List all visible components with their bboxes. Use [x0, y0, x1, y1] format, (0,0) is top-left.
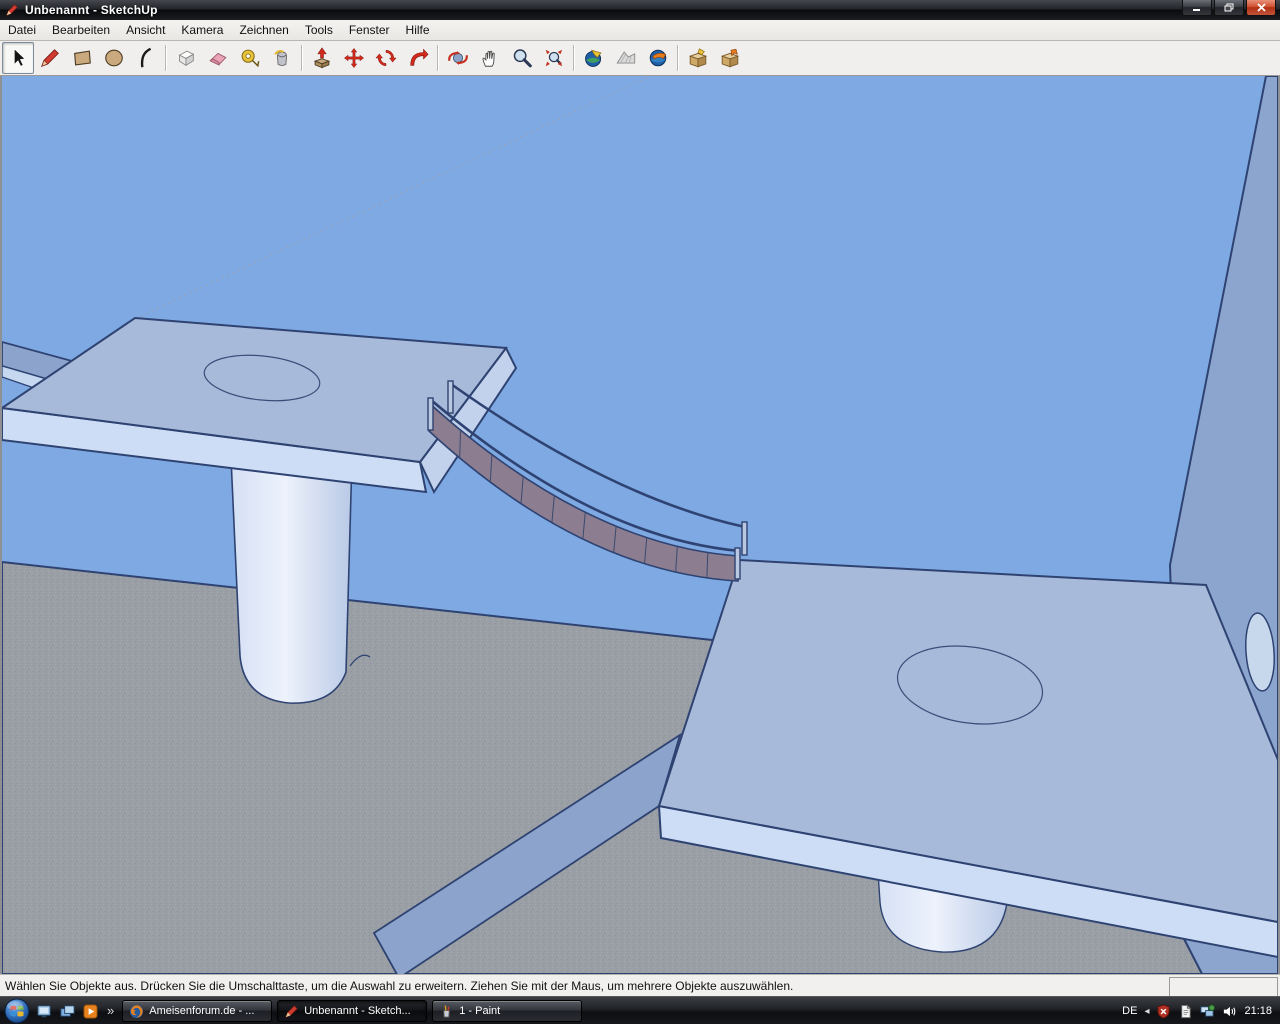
minimize-icon: [1192, 3, 1202, 12]
taskbar-button-label: Unbenannt - Sketch...: [304, 1005, 410, 1017]
status-message: Wählen Sie Objekte aus. Drücken Sie die …: [0, 979, 793, 993]
paint-icon: [439, 1004, 454, 1019]
share-model-box-button[interactable]: [714, 42, 746, 74]
toggle-terrain-button[interactable]: [610, 42, 642, 74]
taskbar-button-label: 1 - Paint: [459, 1005, 500, 1017]
menu-datei[interactable]: Datei: [1, 21, 43, 39]
orbit-icon: [447, 47, 469, 69]
move-icon: [343, 47, 365, 69]
paint-bucket-tool-button[interactable]: [266, 42, 298, 74]
restore-icon: [1224, 3, 1235, 12]
volume-icon[interactable]: [1222, 1004, 1237, 1019]
quick-launch-overflow-chevron[interactable]: »: [107, 1003, 114, 1018]
window-title: Unbenannt - SketchUp: [25, 3, 158, 17]
sketchup-task-icon: [284, 1004, 299, 1019]
measurements-box[interactable]: [1169, 977, 1278, 998]
rotate-tool-button[interactable]: [370, 42, 402, 74]
warehouse-get-models-icon: [687, 47, 709, 69]
pan-tool-button[interactable]: [474, 42, 506, 74]
warehouse-share-model-icon: [719, 47, 741, 69]
menu-bar: Datei Bearbeiten Ansicht Kamera Zeichnen…: [0, 20, 1280, 41]
zoom-icon: [511, 47, 533, 69]
zoom-extents-icon: [543, 47, 565, 69]
restore-button[interactable]: [1214, 0, 1244, 16]
desktop: Unbenannt - SketchUp Datei Bearbeiten An…: [0, 0, 1280, 1024]
menu-fenster[interactable]: Fenster: [342, 21, 397, 39]
zoom-tool-button[interactable]: [506, 42, 538, 74]
system-tray: DE ◂ 21:18: [1122, 1004, 1280, 1019]
zoom-extents-tool-button[interactable]: [538, 42, 570, 74]
globe-yellow-arrow-icon: [583, 47, 605, 69]
taskbar-clock[interactable]: 21:18: [1244, 1005, 1272, 1017]
show-desktop-icon[interactable]: [36, 1003, 53, 1020]
menu-hilfe[interactable]: Hilfe: [399, 21, 437, 39]
close-button[interactable]: [1246, 0, 1276, 16]
terrain-sheet-icon: [615, 47, 637, 69]
switch-windows-icon[interactable]: [59, 1003, 76, 1020]
tray-collapse-chevron[interactable]: ◂: [1144, 1006, 1149, 1017]
toolbar-separator: [573, 45, 575, 71]
taskbar-button-sketchup[interactable]: Unbenannt - Sketch...: [277, 1000, 427, 1022]
security-shield-icon[interactable]: [1156, 1004, 1171, 1019]
firefox-icon: [129, 1004, 144, 1019]
toolbar-separator: [437, 45, 439, 71]
menu-kamera[interactable]: Kamera: [174, 21, 230, 39]
status-bar: Wählen Sie Objekte aus. Drücken Sie die …: [0, 974, 1280, 996]
rectangle-tool-button[interactable]: [66, 42, 98, 74]
offset-icon: [407, 47, 429, 69]
circle-icon: [103, 47, 125, 69]
toolbar-separator: [301, 45, 303, 71]
menu-bearbeiten[interactable]: Bearbeiten: [45, 21, 117, 39]
menu-tools[interactable]: Tools: [298, 21, 340, 39]
share-model-button[interactable]: [642, 42, 674, 74]
toolbar: [0, 41, 1280, 76]
move-tool-button[interactable]: [338, 42, 370, 74]
pencil-icon: [39, 47, 61, 69]
circle-tool-button[interactable]: [98, 42, 130, 74]
rotate-icon: [375, 47, 397, 69]
taskbar-button-label: Ameisenforum.de - ...: [149, 1005, 254, 1017]
get-models-button[interactable]: [682, 42, 714, 74]
arc-icon: [135, 47, 157, 69]
quick-launch: [36, 1003, 99, 1020]
sketchup-app-icon: [5, 3, 19, 17]
make-component-tool-button[interactable]: [170, 42, 202, 74]
select-cursor-icon: [7, 47, 29, 69]
scene[interactable]: [2, 76, 1278, 974]
close-icon: [1257, 3, 1266, 12]
windows-start-orb-icon: [4, 998, 30, 1024]
language-indicator[interactable]: DE: [1122, 1005, 1137, 1017]
toolbar-separator: [165, 45, 167, 71]
menu-zeichnen[interactable]: Zeichnen: [232, 21, 295, 39]
rectangle-icon: [71, 47, 93, 69]
push-pull-tool-button[interactable]: [306, 42, 338, 74]
line-tool-button[interactable]: [34, 42, 66, 74]
white-box-icon: [175, 47, 197, 69]
document-icon[interactable]: [1178, 1004, 1193, 1019]
model-viewport[interactable]: [0, 76, 1280, 974]
get-current-view-button[interactable]: [578, 42, 610, 74]
push-pull-icon: [311, 47, 333, 69]
taskbar-button-paint[interactable]: 1 - Paint: [432, 1000, 582, 1022]
start-button[interactable]: [2, 998, 32, 1024]
taskbar-button-firefox[interactable]: Ameisenforum.de - ...: [122, 1000, 272, 1022]
taskbar: » Ameisenforum.de - ... Unbenannt - Sket…: [0, 996, 1280, 1024]
minimize-button[interactable]: [1182, 0, 1212, 16]
arc-tool-button[interactable]: [130, 42, 162, 74]
eraser-tool-button[interactable]: [202, 42, 234, 74]
eraser-icon: [207, 47, 229, 69]
network-icon[interactable]: [1200, 1004, 1215, 1019]
tape-measure-tool-button[interactable]: [234, 42, 266, 74]
title-bar[interactable]: Unbenannt - SketchUp: [0, 0, 1280, 20]
tape-measure-icon: [239, 47, 261, 69]
paint-bucket-icon: [271, 47, 293, 69]
orbit-tool-button[interactable]: [442, 42, 474, 74]
select-tool-button[interactable]: [2, 42, 34, 74]
globe-orange-arrow-icon: [647, 47, 669, 69]
toolbar-separator: [677, 45, 679, 71]
media-player-icon[interactable]: [82, 1003, 99, 1020]
offset-tool-button[interactable]: [402, 42, 434, 74]
menu-ansicht[interactable]: Ansicht: [119, 21, 172, 39]
pan-hand-icon: [479, 47, 501, 69]
